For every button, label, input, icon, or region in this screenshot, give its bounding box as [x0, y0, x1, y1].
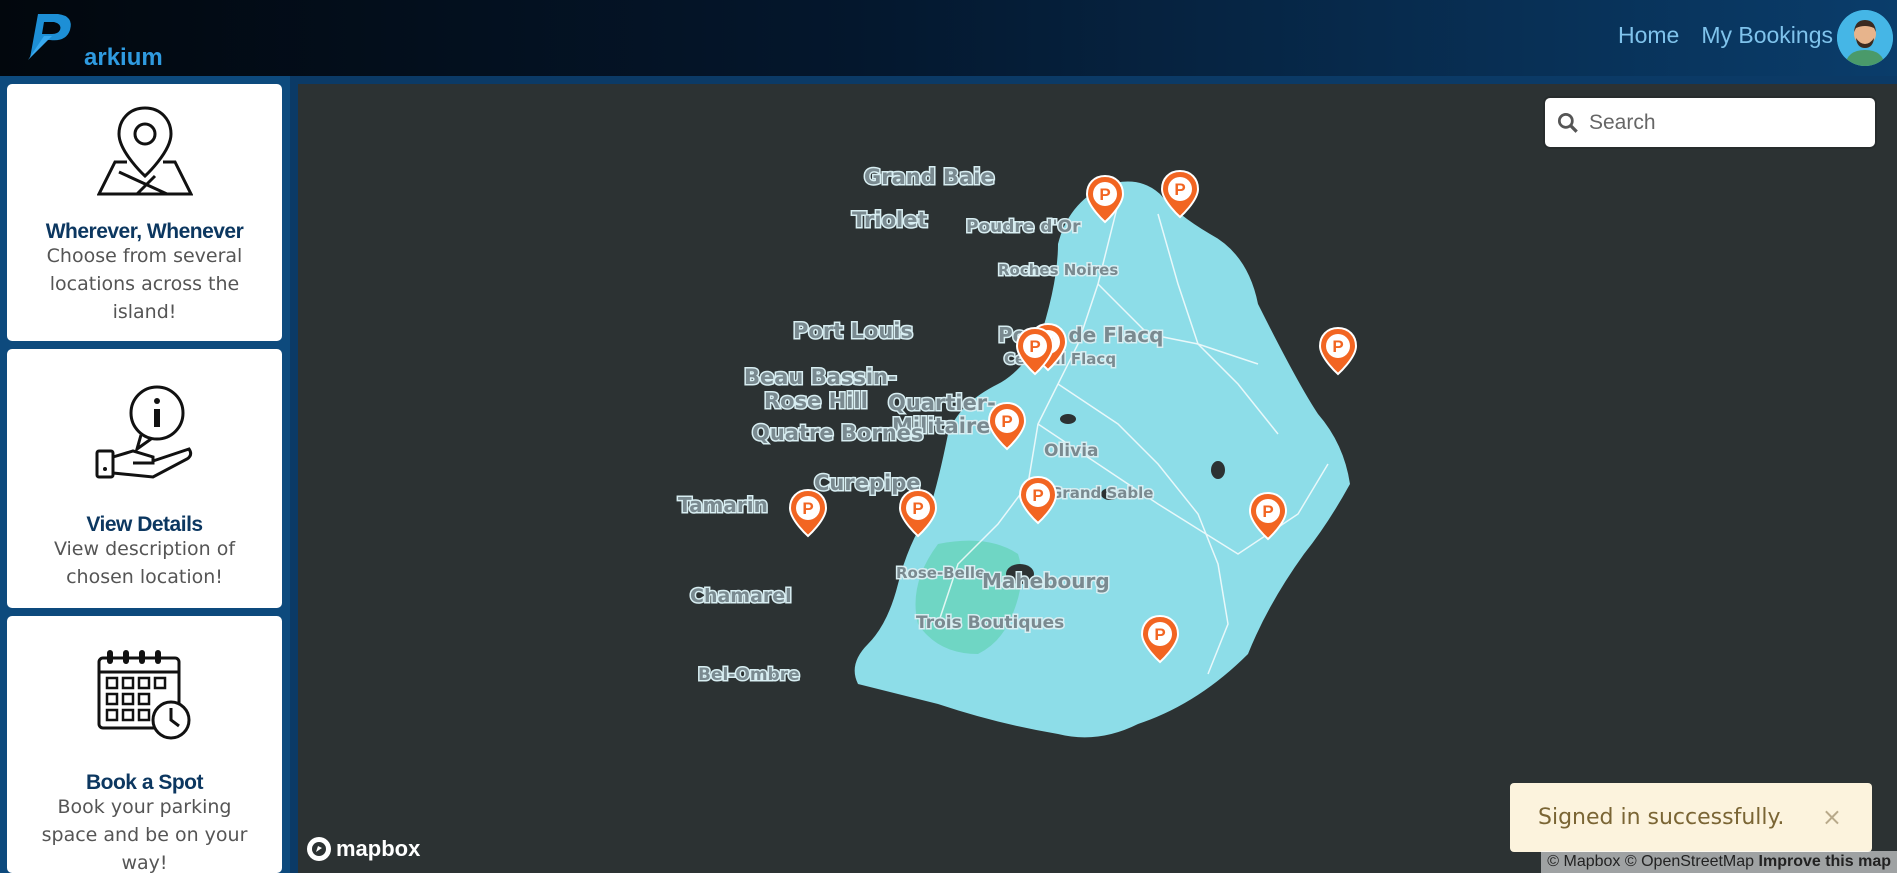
navbar: arkium Home My Bookings [0, 0, 1897, 76]
svg-text:P: P [1154, 625, 1165, 644]
avatar-icon [1837, 10, 1893, 66]
card-title: Wherever, Whenever [45, 220, 244, 243]
sidebar: Wherever, Whenever Choose from several l… [0, 76, 290, 873]
attribution-text[interactable]: © Mapbox © OpenStreetMap [1547, 853, 1754, 870]
feature-card-view-details: View Details View description of chosen … [7, 349, 282, 608]
parking-pin[interactable]: P [788, 488, 828, 538]
parking-pin[interactable]: P [898, 488, 938, 538]
parking-pin[interactable]: P [1085, 174, 1125, 224]
parking-pin[interactable]: P [1318, 326, 1358, 376]
parking-pin[interactable]: P [1018, 475, 1058, 525]
svg-text:P: P [1174, 180, 1185, 199]
svg-text:P: P [1262, 502, 1273, 521]
map-pin-icon [96, 106, 193, 196]
card-description: Book your parking space and be on your w… [41, 796, 248, 873]
parking-pin[interactable]: P [1160, 169, 1200, 219]
toast-message: Signed in successfully. [1538, 805, 1785, 830]
improve-map-link[interactable]: Improve this map [1759, 853, 1891, 870]
mapbox-label: mapbox [336, 836, 421, 861]
svg-text:P: P [1332, 337, 1343, 356]
map-search-box[interactable] [1545, 98, 1875, 147]
search-input[interactable] [1589, 110, 1859, 135]
svg-text:P: P [1029, 337, 1040, 356]
parking-pin[interactable]: P [1140, 614, 1180, 664]
map-attribution: © Mapbox © OpenStreetMap Improve this ma… [1541, 851, 1897, 873]
logo-text: arkium [84, 44, 163, 71]
user-avatar[interactable] [1837, 10, 1893, 66]
close-icon[interactable]: × [1822, 803, 1842, 831]
svg-text:P: P [1001, 412, 1012, 431]
parking-pin[interactable]: P [987, 401, 1027, 451]
info-hand-icon [95, 385, 192, 479]
card-description: View description of chosen location! [53, 538, 236, 588]
toast-notification: Signed in successfully. × [1510, 783, 1872, 852]
mapbox-logo[interactable]: mapbox [306, 836, 420, 862]
parking-pin[interactable]: P [1248, 491, 1288, 541]
card-description: Choose from several locations across the… [46, 245, 243, 323]
svg-text:P: P [802, 499, 813, 518]
card-title: View Details [86, 513, 203, 536]
nav-bookings-link[interactable]: My Bookings [1701, 22, 1833, 49]
parkium-logo[interactable]: arkium [24, 8, 163, 71]
search-icon [1557, 112, 1578, 133]
pins-layer: P P P P P P P P P P P [788, 169, 1358, 664]
svg-text:P: P [1032, 486, 1043, 505]
feature-card-wherever: Wherever, Whenever Choose from several l… [7, 84, 282, 341]
card-title: Book a Spot [85, 771, 204, 794]
feature-card-book-spot: Book a Spot Book your parking space and … [7, 616, 282, 873]
nav-home-link[interactable]: Home [1618, 22, 1679, 49]
map-canvas[interactable]: Grand Baie Triolet Poudre d'Or Roches No… [298, 84, 1897, 873]
mapbox-icon [307, 837, 331, 861]
nav-links: Home My Bookings [1618, 22, 1833, 49]
calendar-clock-icon [97, 650, 190, 740]
svg-text:P: P [1099, 185, 1110, 204]
svg-text:P: P [912, 499, 923, 518]
